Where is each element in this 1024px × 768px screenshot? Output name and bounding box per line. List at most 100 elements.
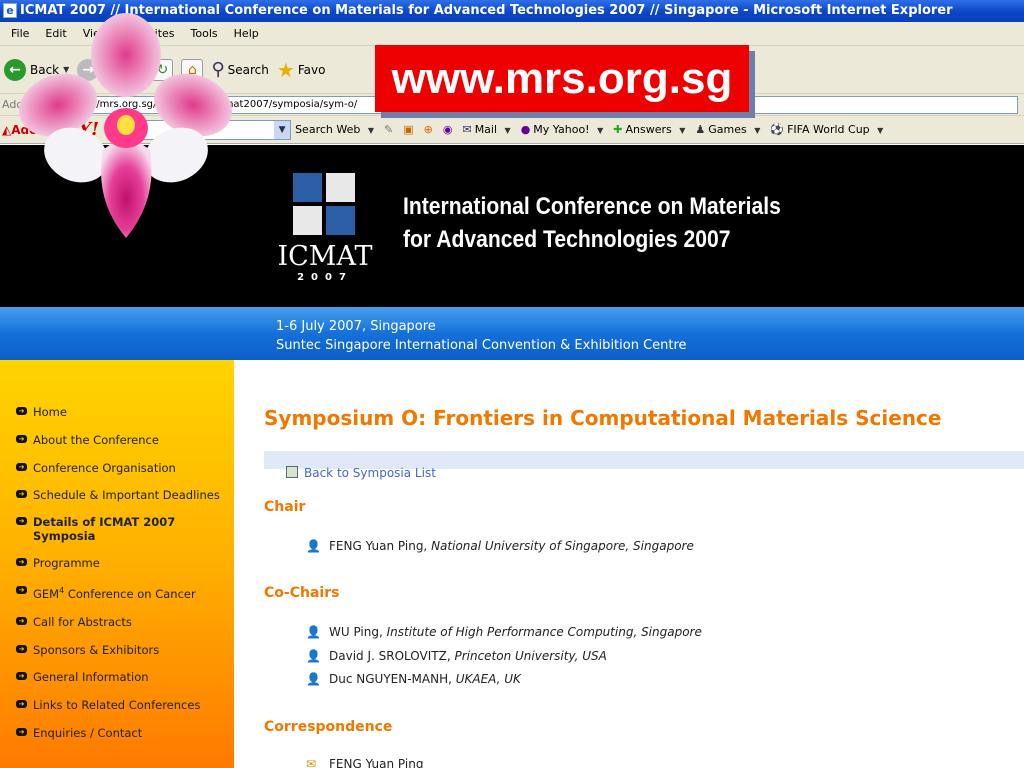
- sidebar-item-label: Home: [33, 405, 67, 419]
- sidebar-item-label-rest: Conference on Cancer: [64, 587, 196, 602]
- main-content: Symposium O: Frontiers in Computational …: [234, 360, 1024, 768]
- soccer-ball-icon: ⚽: [770, 123, 785, 136]
- sidebar-item-label: Programme: [33, 556, 100, 571]
- chevron-down-icon: ▼: [877, 126, 884, 135]
- arrow-bullet-icon: ➔: [16, 728, 27, 736]
- back-to-symposia-link[interactable]: Back to Symposia List: [286, 466, 436, 480]
- sidebar-item-label: Conference Organisation: [33, 460, 176, 475]
- logo-grid-icon: [293, 173, 355, 235]
- menu-help[interactable]: Help: [228, 27, 265, 40]
- answers-label: Answers: [625, 123, 672, 136]
- sidebar-item-links[interactable]: ➔ Links to Related Conferences: [16, 698, 226, 712]
- envelope-icon: ✉: [306, 757, 317, 768]
- search-label: Search: [227, 62, 269, 77]
- chevron-down-icon[interactable]: ▼: [274, 120, 291, 139]
- sidebar-item-programme[interactable]: ➔ Programme: [16, 556, 226, 570]
- mail-label: Mail: [474, 123, 498, 136]
- sidebar-item-about[interactable]: ➔ About the Conference: [16, 433, 226, 447]
- chevron-down-icon: ▼: [504, 126, 511, 135]
- conference-title-line2: for Advanced Technologies 2007: [403, 226, 731, 253]
- person-icon: 👤: [306, 539, 321, 553]
- joystick-icon: ♟: [695, 123, 706, 136]
- sidebar-item-label: Schedule & Important Deadlines: [33, 488, 220, 503]
- sidebar-nav: ➔ Home ➔ About the Conference ➔ Conference …: [0, 360, 234, 768]
- conference-venue: Suntec Singapore International Conventio…: [276, 338, 687, 353]
- sidebar-item-enquiries[interactable]: ➔ Enquiries / Contact: [16, 726, 226, 740]
- messenger-icon[interactable]: ◉: [443, 123, 453, 136]
- arrow-bullet-icon: ➔: [16, 558, 27, 567]
- cochair-person: 👤 WU Ping, Institute of High Performance …: [306, 625, 702, 639]
- arrow-bullet-icon: ➔: [16, 672, 27, 681]
- mail-button[interactable]: ✉ Mail ▼: [462, 123, 510, 136]
- favorites-label: Favo: [297, 62, 326, 77]
- person-name: WU Ping,: [329, 625, 387, 639]
- person-name: FENG Yuan Ping: [329, 757, 424, 768]
- search-web-label: Search Web: [295, 123, 361, 136]
- mail-icon: ✉: [462, 123, 472, 136]
- ie-logo-icon: e: [3, 3, 17, 18]
- chevron-down-icon: ▼: [679, 126, 686, 135]
- arrow-bullet-icon: ➔: [16, 517, 27, 526]
- arrow-bullet-icon: ➔: [16, 700, 27, 709]
- star-icon: ★: [276, 57, 295, 82]
- sidebar-item-home[interactable]: ➔ Home: [16, 405, 226, 419]
- logo-year: 2007: [297, 272, 353, 283]
- correspondence-person: ✉ FENG Yuan Ping: [306, 757, 423, 768]
- cochair-person: 👤 David J. SROLOVITZ, Princeton Universit…: [306, 649, 607, 663]
- sidebar-item-label: Call for Abstracts: [33, 614, 132, 629]
- sidebar-item-organisation[interactable]: ➔ Conference Organisation: [16, 461, 226, 475]
- person-affiliation: Institute of High Performance Computing,…: [386, 625, 702, 639]
- games-button[interactable]: ♟ Games ▼: [695, 123, 760, 136]
- antispy-icon[interactable]: ⊕: [424, 123, 433, 136]
- sidebar-item-general-info[interactable]: ➔ General Information: [16, 670, 226, 684]
- person-icon: 👤: [306, 672, 321, 686]
- arrow-bullet-icon: ➔: [16, 586, 27, 595]
- person-affiliation: National University of Singapore, Singap…: [431, 539, 694, 553]
- arrow-bullet-icon: ➔: [16, 434, 27, 443]
- back-link-label: Back to Symposia List: [304, 466, 436, 480]
- sidebar-item-label: GEM: [33, 587, 60, 602]
- cochair-person: 👤 Duc NGUYEN-MANH, UKAEA, UK: [306, 672, 521, 686]
- my-yahoo-button[interactable]: ● My Yahoo! ▼: [521, 123, 604, 136]
- url-overlay-label: www.mrs.org.sg: [375, 45, 749, 112]
- icmat-logo: ICMAT 2007: [275, 173, 375, 283]
- chair-person: 👤 FENG Yuan Ping, National University of …: [306, 539, 694, 553]
- page-title: Symposium O: Frontiers in Computational …: [264, 406, 942, 430]
- sidebar-item-label: General Information: [33, 670, 149, 685]
- correspondence-heading: Correspondence: [264, 719, 393, 735]
- person-affiliation: Princeton University, USA: [454, 649, 607, 663]
- favorites-button[interactable]: ★ Favo: [277, 58, 326, 82]
- back-list-icon: [286, 466, 298, 478]
- chevron-down-icon: ▼: [754, 126, 761, 135]
- sidebar-item-label: Enquiries / Contact: [33, 726, 143, 740]
- orchid-image: [19, 13, 232, 238]
- conference-date: 1-6 July 2007, Singapore: [276, 319, 436, 334]
- fifa-button[interactable]: ⚽ FIFA World Cup ▼: [770, 123, 883, 136]
- games-label: Games: [708, 123, 747, 136]
- conference-info: 1-6 July 2007, Singapore Suntec Singapor…: [276, 317, 687, 355]
- sidebar-item-label: About the Conference: [33, 432, 159, 447]
- highlight-icon[interactable]: ✎: [384, 123, 393, 136]
- person-icon: 👤: [306, 649, 321, 663]
- chevron-down-icon: ▼: [367, 126, 375, 135]
- sidebar-item-gem4[interactable]: ➔ GEM4 Conference on Cancer: [16, 584, 226, 601]
- person-icon: 👤: [306, 625, 321, 639]
- chevron-down-icon: ▼: [597, 126, 604, 135]
- sidebar-item-schedule[interactable]: ➔ Schedule & Important Deadlines: [16, 488, 226, 502]
- cochairs-heading: Co-Chairs: [264, 585, 340, 601]
- arrow-bullet-icon: ➔: [16, 407, 27, 415]
- sidebar-item-call-for-abstracts[interactable]: ➔ Call for Abstracts: [16, 615, 226, 629]
- answers-icon: ✚: [613, 123, 623, 136]
- arrow-bullet-icon: ➔: [16, 644, 27, 653]
- fifa-label: FIFA World Cup: [787, 123, 870, 136]
- chair-heading: Chair: [264, 499, 306, 515]
- person-name: Duc NGUYEN-MANH,: [329, 672, 456, 686]
- answers-button[interactable]: ✚ Answers ▼: [613, 123, 685, 136]
- person-name: FENG Yuan Ping,: [329, 539, 432, 553]
- sidebar-item-sponsors[interactable]: ➔ Sponsors & Exhibitors: [16, 643, 226, 657]
- logo-word: ICMAT: [277, 241, 373, 272]
- search-web-button[interactable]: Search Web ▼: [295, 123, 374, 136]
- arrow-bullet-icon: ➔: [16, 462, 27, 471]
- popup-blocker-icon[interactable]: ▣: [403, 123, 413, 136]
- sidebar-item-symposia[interactable]: ➔ Details of ICMAT 2007 Symposia: [16, 515, 226, 543]
